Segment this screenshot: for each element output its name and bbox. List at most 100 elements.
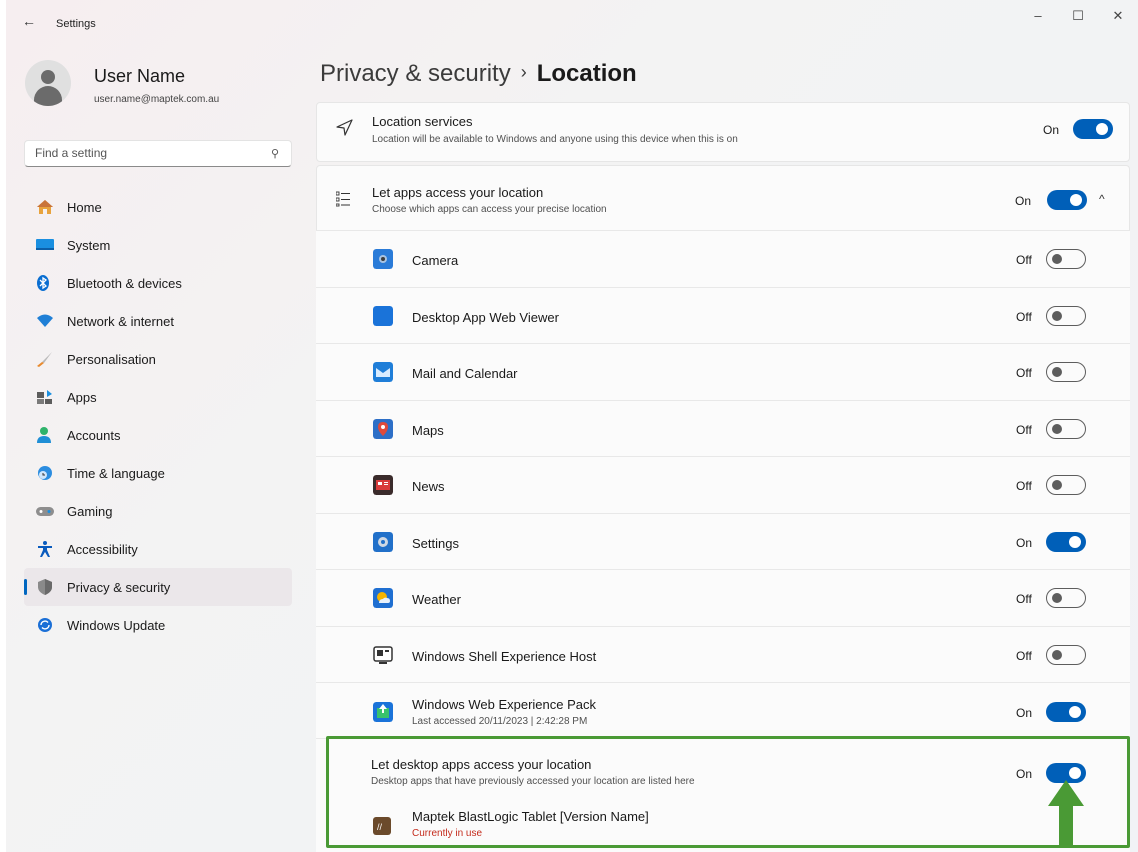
sidebar-item-label: Bluetooth & devices [67,276,182,291]
search-box[interactable]: ⚲ [24,140,292,167]
sidebar-item-gaming[interactable]: Gaming [24,492,292,530]
breadcrumb-parent[interactable]: Privacy & security [320,60,511,87]
app-state: On [1016,706,1033,720]
apps-access-toggle[interactable] [1047,190,1087,210]
mail-toggle[interactable] [1046,362,1086,382]
globe-clock-icon [38,466,52,480]
toggle-knob [1052,480,1062,490]
sidebar-item-home[interactable]: Home [24,188,292,226]
update-icon [38,618,52,632]
app-state: Off [1016,253,1032,267]
mail-app-icon [373,362,393,382]
sidebar-item-label: Accounts [67,428,121,443]
accounts-icon [37,427,51,443]
sidebar-item-label: Apps [67,390,97,405]
location-services-card[interactable]: Location services Location will be avail… [316,102,1130,162]
location-services-title: Location services [372,114,473,129]
app-name: Maps [412,423,444,438]
app-state: On [1016,536,1033,550]
settings-toggle[interactable] [1046,532,1086,552]
home-icon [37,200,53,214]
svg-text://: // [377,822,383,832]
sidebar-item-apps[interactable]: Apps [24,378,292,416]
up-arrow-icon [1048,780,1084,846]
search-icon[interactable]: ⚲ [271,147,279,160]
toggle-knob [1070,194,1082,206]
sidebar-nav: Home System Bluetooth & devices Network … [24,188,292,644]
location-services-subtitle: Location will be available to Windows an… [372,134,738,145]
shield-icon [38,579,52,595]
toggle-knob [1052,311,1062,321]
app-state: Off [1016,649,1032,663]
app-name: News [412,479,445,494]
sidebar-item-personalisation[interactable]: Personalisation [24,340,292,378]
sidebar-item-label: Accessibility [67,542,138,557]
app-name: Desktop App Web Viewer [412,310,559,325]
location-services-state: On [1043,123,1060,137]
minimize-button[interactable]: – [1018,6,1058,26]
gamepad-icon [36,507,54,516]
search-input[interactable] [35,146,255,160]
apps-access-subtitle: Choose which apps can access your precis… [372,204,607,215]
news-toggle[interactable] [1046,475,1086,495]
avatar[interactable] [25,60,71,106]
system-icon [36,239,54,250]
avatar-head-icon [41,70,55,84]
sidebar-item-privacy-security[interactable]: Privacy & security [24,568,292,606]
web-experience-toggle[interactable] [1046,702,1086,722]
app-title: Settings [56,18,96,30]
app-row-desktop-app-web-viewer: Desktop App Web Viewer Off [316,287,1130,343]
page-title: Location [536,60,637,87]
maps-toggle[interactable] [1046,419,1086,439]
toggle-knob [1096,123,1108,135]
close-button[interactable]: ✕ [1098,6,1138,26]
bluetooth-icon [37,275,49,291]
location-services-toggle[interactable] [1073,119,1113,139]
app-state: Off [1016,592,1032,606]
sidebar-item-time-language[interactable]: Time & language [24,454,292,492]
sidebar-item-label: Time & language [67,466,165,481]
user-name: User Name [94,66,186,86]
active-indicator [24,579,27,595]
sidebar-item-windows-update[interactable]: Windows Update [24,606,292,644]
app-state: Off [1016,423,1032,437]
back-arrow-icon[interactable]: ← [18,10,40,32]
app-row-windows-shell: Windows Shell Experience Host Off [316,626,1130,682]
desktop-apps-subtitle: Desktop apps that have previously access… [371,776,695,787]
maximize-button[interactable]: ☐ [1058,6,1098,26]
sidebar-item-system[interactable]: System [24,226,292,264]
sidebar-item-label: Personalisation [67,352,156,367]
sidebar-item-network[interactable]: Network & internet [24,302,292,340]
sidebar-item-label: Gaming [67,504,113,519]
toggle-knob [1052,650,1062,660]
desktop-app-status: Currently in use [412,828,483,839]
toggle-knob [1069,767,1081,779]
camera-toggle[interactable] [1046,249,1086,269]
sidebar-item-label: Privacy & security [67,580,171,595]
sidebar-item-accounts[interactable]: Accounts [24,416,292,454]
settings-app-icon [373,532,393,552]
avatar-body-icon [34,86,62,106]
web-experience-app-icon [373,702,393,722]
maps-app-icon [373,419,393,439]
blastlogic-app-icon: // [373,817,391,835]
chevron-up-icon[interactable]: ^ [1099,192,1105,206]
desktop-apps-state: On [1016,767,1033,781]
shell-host-toggle[interactable] [1046,645,1086,665]
app-name: Weather [412,592,461,607]
app-row-camera: Camera Off [316,230,1130,287]
app-name: Windows Shell Experience Host [412,649,597,664]
app-name: Mail and Calendar [412,366,518,381]
toggle-knob [1052,424,1062,434]
desktop-apps-access-card: Let desktop apps access your location De… [316,738,1130,852]
toggle-knob [1069,706,1081,718]
sidebar-item-bluetooth[interactable]: Bluetooth & devices [24,264,292,302]
app-name: Settings [412,536,459,551]
weather-toggle[interactable] [1046,588,1086,608]
network-icon [37,314,53,327]
breadcrumb: Privacy & security › Location [320,60,637,88]
web-viewer-toggle[interactable] [1046,306,1086,326]
app-row-mail-calendar: Mail and Calendar Off [316,343,1130,400]
sidebar-item-accessibility[interactable]: Accessibility [24,530,292,568]
last-accessed: Last accessed 20/11/2023 | 2:42:28 PM [412,716,588,727]
